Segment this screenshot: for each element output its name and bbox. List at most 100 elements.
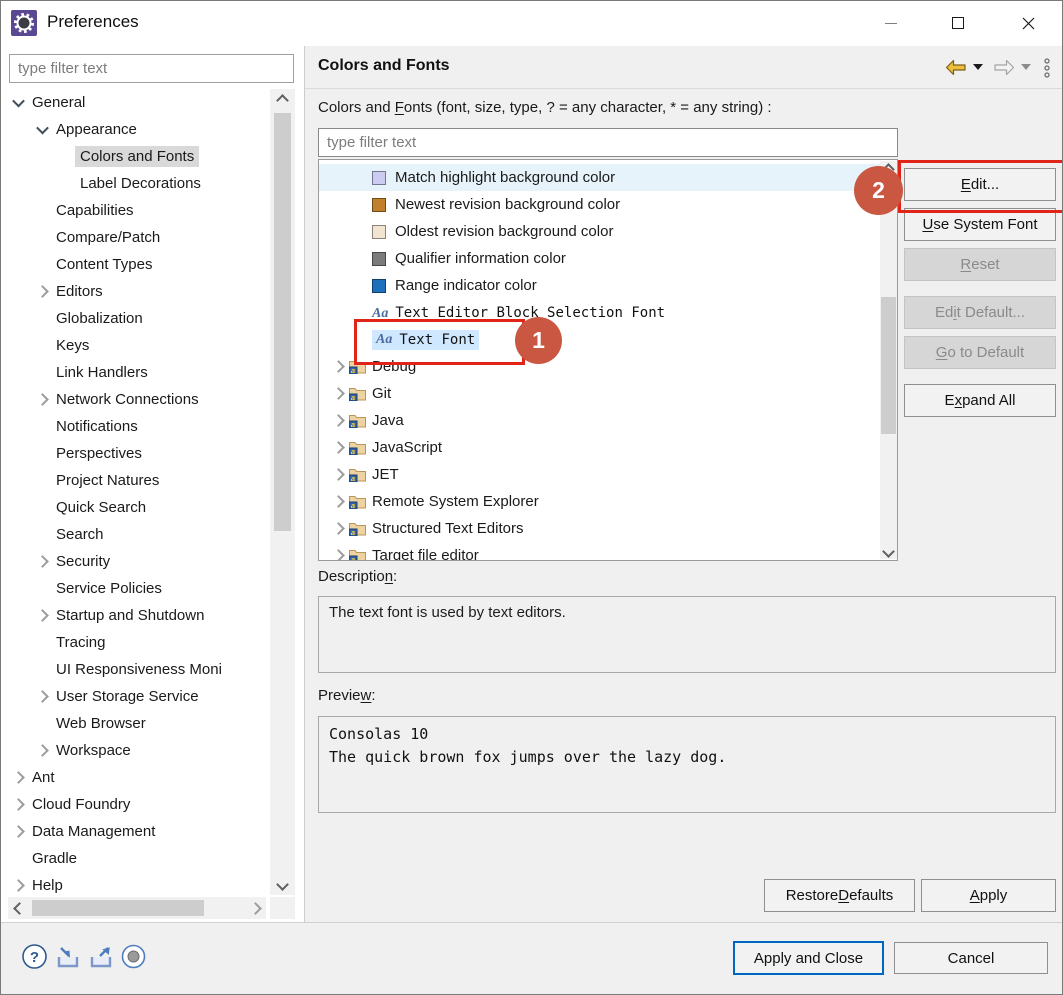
edit-button[interactable]: Edit... bbox=[904, 168, 1056, 201]
tree-item[interactable]: UI Responsiveness Moni bbox=[1, 656, 269, 683]
list-item[interactable]: aGit bbox=[319, 380, 897, 407]
expand-arrow-icon[interactable] bbox=[329, 362, 347, 371]
scroll-up-icon[interactable] bbox=[270, 91, 295, 109]
tree-item[interactable]: General bbox=[1, 89, 269, 116]
tree-scrollbar-thumb[interactable] bbox=[274, 113, 291, 531]
tree-item[interactable]: Editors bbox=[1, 278, 269, 305]
export-preferences-icon[interactable] bbox=[89, 946, 117, 969]
close-button[interactable] bbox=[1005, 1, 1051, 45]
tree-item[interactable]: Tracing bbox=[1, 629, 269, 656]
view-menu-icon[interactable] bbox=[1043, 58, 1051, 78]
expand-arrow-icon[interactable] bbox=[329, 443, 347, 452]
restore-defaults-button[interactable]: Restore Defaults bbox=[764, 879, 915, 912]
tree-item[interactable]: Compare/Patch bbox=[1, 224, 269, 251]
apply-button[interactable]: Apply bbox=[921, 879, 1056, 912]
expand-arrow-icon[interactable] bbox=[33, 557, 51, 566]
tree-item[interactable]: Help bbox=[1, 872, 269, 895]
tree-item[interactable]: Content Types bbox=[1, 251, 269, 278]
tree-vertical-scrollbar[interactable] bbox=[270, 89, 295, 895]
list-item[interactable]: Match highlight background color bbox=[319, 164, 897, 191]
list-item[interactable]: Newest revision background color bbox=[319, 191, 897, 218]
tree-item[interactable]: Capabilities bbox=[1, 197, 269, 224]
help-icon[interactable]: ? bbox=[21, 943, 48, 970]
tree-item[interactable]: Service Policies bbox=[1, 575, 269, 602]
list-item[interactable]: Range indicator color bbox=[319, 272, 897, 299]
tree-item[interactable]: Workspace bbox=[1, 737, 269, 764]
list-item[interactable]: aJavaScript bbox=[319, 434, 897, 461]
expand-arrow-icon[interactable] bbox=[329, 389, 347, 398]
tree-item[interactable]: User Storage Service bbox=[1, 683, 269, 710]
expand-arrow-icon[interactable] bbox=[9, 881, 27, 890]
expand-arrow-icon[interactable] bbox=[329, 470, 347, 479]
tree-hscrollbar-thumb[interactable] bbox=[32, 900, 204, 916]
expand-arrow-icon[interactable] bbox=[9, 827, 27, 836]
list-item[interactable]: Qualifier information color bbox=[319, 245, 897, 272]
list-item[interactable]: aJava bbox=[319, 407, 897, 434]
tree-item[interactable]: Web Browser bbox=[1, 710, 269, 737]
list-item[interactable]: aTarget file editor bbox=[319, 542, 897, 561]
expand-arrow-icon[interactable] bbox=[33, 611, 51, 620]
scroll-left-icon[interactable] bbox=[10, 897, 28, 919]
expand-arrow-icon[interactable] bbox=[329, 551, 347, 560]
tree-item[interactable]: Notifications bbox=[1, 413, 269, 440]
tree-item[interactable]: Security bbox=[1, 548, 269, 575]
tree-item[interactable]: Network Connections bbox=[1, 386, 269, 413]
expand-arrow-icon[interactable] bbox=[9, 773, 27, 782]
tree-item[interactable]: Ant bbox=[1, 764, 269, 791]
tree-item[interactable]: Cloud Foundry bbox=[1, 791, 269, 818]
list-item[interactable]: AaText Editor Block Selection Font bbox=[319, 299, 897, 326]
expand-arrow-icon[interactable] bbox=[33, 692, 51, 701]
reset-button[interactable]: Reset bbox=[904, 248, 1056, 281]
tree-item[interactable]: Quick Search bbox=[1, 494, 269, 521]
back-history-dropdown-icon[interactable] bbox=[973, 64, 983, 70]
tree-item[interactable]: Keys bbox=[1, 332, 269, 359]
list-vertical-scrollbar[interactable] bbox=[880, 161, 897, 559]
tree-item[interactable]: Startup and Shutdown bbox=[1, 602, 269, 629]
colors-fonts-filter-input[interactable] bbox=[318, 128, 898, 157]
expand-arrow-icon[interactable] bbox=[329, 497, 347, 506]
back-arrow-icon[interactable] bbox=[945, 59, 967, 76]
list-item[interactable]: AaText Font bbox=[319, 326, 897, 353]
go-to-default-button[interactable]: Go to Default bbox=[904, 336, 1056, 369]
import-preferences-icon[interactable] bbox=[56, 946, 84, 969]
expand-arrow-icon[interactable] bbox=[329, 416, 347, 425]
scroll-right-icon[interactable] bbox=[246, 897, 264, 919]
edit-default-button[interactable]: Edit Default... bbox=[904, 296, 1056, 329]
tree-item[interactable]: Appearance bbox=[1, 116, 269, 143]
tree-horizontal-scrollbar[interactable] bbox=[8, 897, 266, 919]
forward-arrow-icon[interactable] bbox=[993, 59, 1015, 76]
expand-all-button[interactable]: Expand All bbox=[904, 384, 1056, 417]
tree-item[interactable]: Project Natures bbox=[1, 467, 269, 494]
tree-item[interactable]: Data Management bbox=[1, 818, 269, 845]
collapse-arrow-icon[interactable] bbox=[33, 125, 51, 134]
tree-item[interactable]: Link Handlers bbox=[1, 359, 269, 386]
list-item[interactable]: aRemote System Explorer bbox=[319, 488, 897, 515]
list-item[interactable]: aJET bbox=[319, 461, 897, 488]
list-item[interactable]: Oldest revision background color bbox=[319, 218, 897, 245]
expand-arrow-icon[interactable] bbox=[33, 287, 51, 296]
scroll-down-icon[interactable] bbox=[880, 543, 897, 559]
collapse-arrow-icon[interactable] bbox=[9, 98, 27, 107]
list-scrollbar-thumb[interactable] bbox=[881, 297, 896, 434]
list-item[interactable]: aStructured Text Editors bbox=[319, 515, 897, 542]
forward-history-dropdown-icon[interactable] bbox=[1021, 64, 1031, 70]
tree-item[interactable]: Search bbox=[1, 521, 269, 548]
tree-item[interactable]: Perspectives bbox=[1, 440, 269, 467]
scroll-down-icon[interactable] bbox=[270, 875, 295, 893]
list-item[interactable]: aDebug bbox=[319, 353, 897, 380]
use-system-font-button[interactable]: Use System Font bbox=[904, 208, 1056, 241]
tree-item[interactable]: Gradle bbox=[1, 845, 269, 872]
preference-recorder-icon[interactable] bbox=[120, 943, 147, 970]
expand-arrow-icon[interactable] bbox=[33, 746, 51, 755]
tree-filter-input[interactable] bbox=[9, 54, 294, 83]
cancel-button[interactable]: Cancel bbox=[894, 942, 1048, 974]
expand-arrow-icon[interactable] bbox=[33, 395, 51, 404]
expand-arrow-icon[interactable] bbox=[9, 800, 27, 809]
apply-and-close-button[interactable]: Apply and Close bbox=[733, 941, 884, 975]
minimize-button[interactable] bbox=[868, 1, 914, 45]
tree-item[interactable]: Globalization bbox=[1, 305, 269, 332]
tree-item[interactable]: Colors and Fonts bbox=[1, 143, 269, 170]
expand-arrow-icon[interactable] bbox=[329, 524, 347, 533]
maximize-button[interactable] bbox=[935, 1, 981, 45]
tree-item[interactable]: Label Decorations bbox=[1, 170, 269, 197]
